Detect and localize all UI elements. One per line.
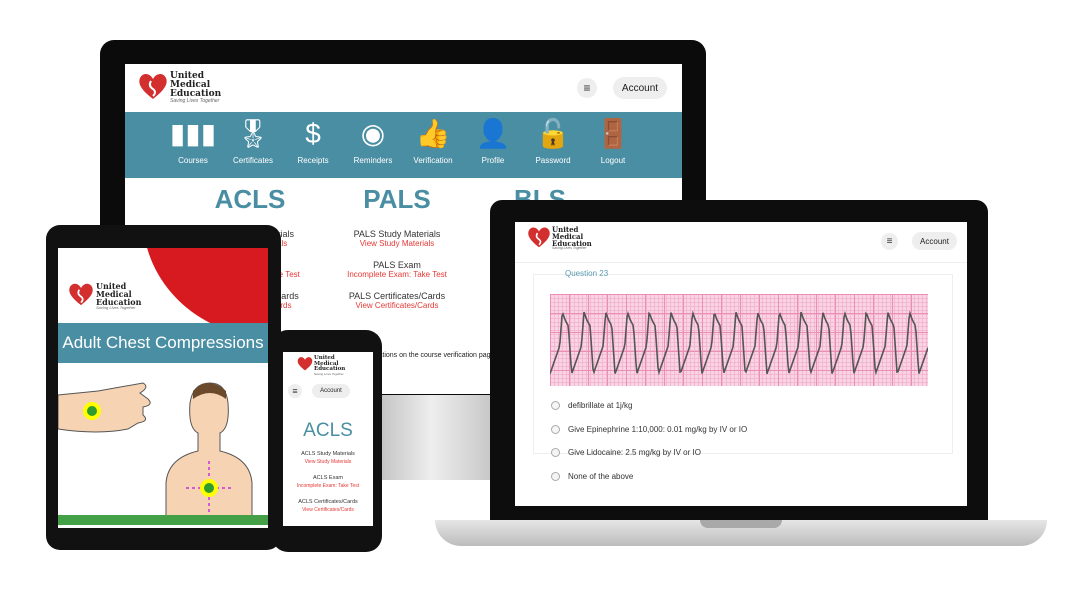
exam-label: ACLS Exam — [313, 475, 343, 481]
nav-label: Reminders — [353, 156, 393, 165]
door-exit-icon: 🚪 — [595, 118, 631, 149]
padlock-icon: 🔓 — [535, 118, 571, 149]
verification-note: cations on the course verification page. — [375, 352, 497, 359]
certs-label: PALS Certificates/Cards — [348, 291, 446, 301]
option-label: Give Lidocaine: 2.5 mg/kg by IV or IO — [568, 448, 701, 457]
study-link[interactable]: View Study Materials — [283, 458, 373, 466]
certs-label: ACLS Certificates/Cards — [298, 499, 358, 505]
option-label: Give Epinephrine 1:10,000: 0.01 mg/kg by… — [568, 425, 748, 434]
ecg-trace — [549, 310, 929, 376]
nav-label: Courses — [178, 156, 208, 165]
hamburger-icon: ≡ — [292, 386, 298, 396]
doctor-icon: 👤 — [475, 118, 511, 149]
menu-button[interactable]: ≡ — [577, 78, 597, 98]
brand-tagline: Saving Lives Together — [96, 305, 136, 310]
nav-password[interactable]: 🔓 Password — [523, 116, 583, 165]
exam-link[interactable]: Incomplete Exam: Take Test — [283, 482, 373, 490]
radio-button[interactable] — [551, 425, 560, 434]
ecg-strip — [549, 294, 929, 386]
thumbs-up-icon: 👍 — [415, 118, 451, 149]
header-divider — [515, 262, 967, 263]
question-number: Question 23 — [565, 269, 609, 278]
phone-screen: United Medical Education Saving Lives To… — [283, 352, 373, 526]
nav-label: Certificates — [232, 156, 273, 165]
nav-label: Verification — [413, 156, 453, 165]
radio-button[interactable] — [551, 472, 560, 481]
course-pals: PALS PALS Study Materials View Study Mat… — [322, 184, 472, 310]
nav-certificates[interactable]: 🎖 Certificates — [223, 116, 283, 165]
radio-button[interactable] — [551, 401, 560, 410]
monitor-stand — [372, 395, 492, 480]
nav-label: Password — [535, 156, 571, 165]
dashboard-nav: ▮▮▮ Courses 🎖 Certificates $ Receipts ◉ Remi… — [125, 112, 682, 178]
heart-logo-icon — [297, 357, 313, 371]
brand-logo: United Medical Education Saving Lives To… — [68, 282, 141, 310]
course-title: ACLS — [214, 184, 286, 214]
hands-illustration — [58, 382, 151, 433]
certs-link[interactable]: View Certificates/Cards — [283, 506, 373, 514]
answer-option[interactable]: Give Epinephrine 1:10,000: 0.01 mg/kg by… — [551, 425, 747, 434]
footer-bar — [58, 515, 268, 525]
brand-tagline: Saving Lives Together — [170, 98, 220, 104]
nav-label: Profile — [481, 156, 505, 165]
lesson-banner: Adult Chest Compressions — [58, 323, 268, 363]
study-label: PALS Study Materials — [353, 229, 441, 239]
course-title: PALS — [363, 184, 431, 214]
nav-label: Receipts — [297, 156, 329, 165]
nav-receipts[interactable]: $ Receipts — [283, 116, 343, 165]
dollar-cycle-icon: $ — [305, 118, 321, 149]
brand-tagline: Saving Lives Together — [552, 246, 587, 250]
nav-label: Logout — [600, 156, 626, 165]
nav-reminders[interactable]: ◉ Reminders — [343, 116, 403, 165]
nav-profile[interactable]: 👤 Profile — [463, 116, 523, 165]
study-link[interactable]: View Study Materials — [322, 239, 472, 248]
nav-verification[interactable]: 👍 Verification — [403, 116, 463, 165]
brand-logo[interactable]: United Medical Education Saving Lives To… — [527, 226, 592, 251]
nav-courses[interactable]: ▮▮▮ Courses — [163, 116, 223, 165]
heart-logo-icon — [139, 73, 167, 99]
hamburger-icon: ≡ — [583, 81, 591, 95]
brand-tagline: Saving Lives Together — [314, 371, 344, 376]
study-label: ACLS Study Materials — [301, 451, 355, 457]
certs-link[interactable]: View Certificates/Cards — [322, 301, 472, 310]
brand-logo[interactable]: United Medical Education Saving Lives To… — [138, 72, 221, 104]
account-button[interactable]: Account — [912, 232, 957, 250]
nav-logout[interactable]: 🚪 Logout — [583, 116, 643, 165]
answer-option[interactable]: defibrillate at 1j/kg — [551, 401, 632, 410]
certificate-icon: 🎖 — [235, 118, 271, 149]
menu-button[interactable]: ≡ — [881, 233, 898, 250]
option-label: defibrillate at 1j/kg — [568, 401, 633, 410]
option-label: None of the above — [568, 472, 634, 481]
bell-icon: ◉ — [360, 118, 386, 149]
hamburger-icon: ≡ — [886, 236, 893, 247]
laptop-notch — [700, 520, 782, 528]
laptop-screen: United Medical Education Saving Lives To… — [515, 222, 967, 506]
answer-option[interactable]: None of the above — [551, 472, 633, 481]
exam-label: PALS Exam — [373, 260, 421, 270]
account-button[interactable]: Account — [613, 77, 667, 99]
brand-logo: United Medical Education Saving Lives To… — [297, 355, 345, 376]
tablet-screen: United Medical Education Saving Lives To… — [58, 248, 268, 528]
books-icon: ▮▮▮ — [169, 118, 217, 149]
radio-button[interactable] — [551, 448, 560, 457]
account-button[interactable]: Account — [312, 384, 350, 398]
torso-illustration — [165, 382, 253, 523]
exam-link[interactable]: Incomplete Exam: Take Test — [322, 270, 472, 279]
course-title: ACLS — [303, 420, 353, 441]
heart-logo-icon — [69, 283, 93, 306]
answer-option[interactable]: Give Lidocaine: 2.5 mg/kg by IV or IO — [551, 448, 701, 457]
cpr-illustration — [58, 382, 253, 523]
menu-button[interactable]: ≡ — [288, 384, 302, 398]
heart-logo-icon — [528, 227, 550, 248]
